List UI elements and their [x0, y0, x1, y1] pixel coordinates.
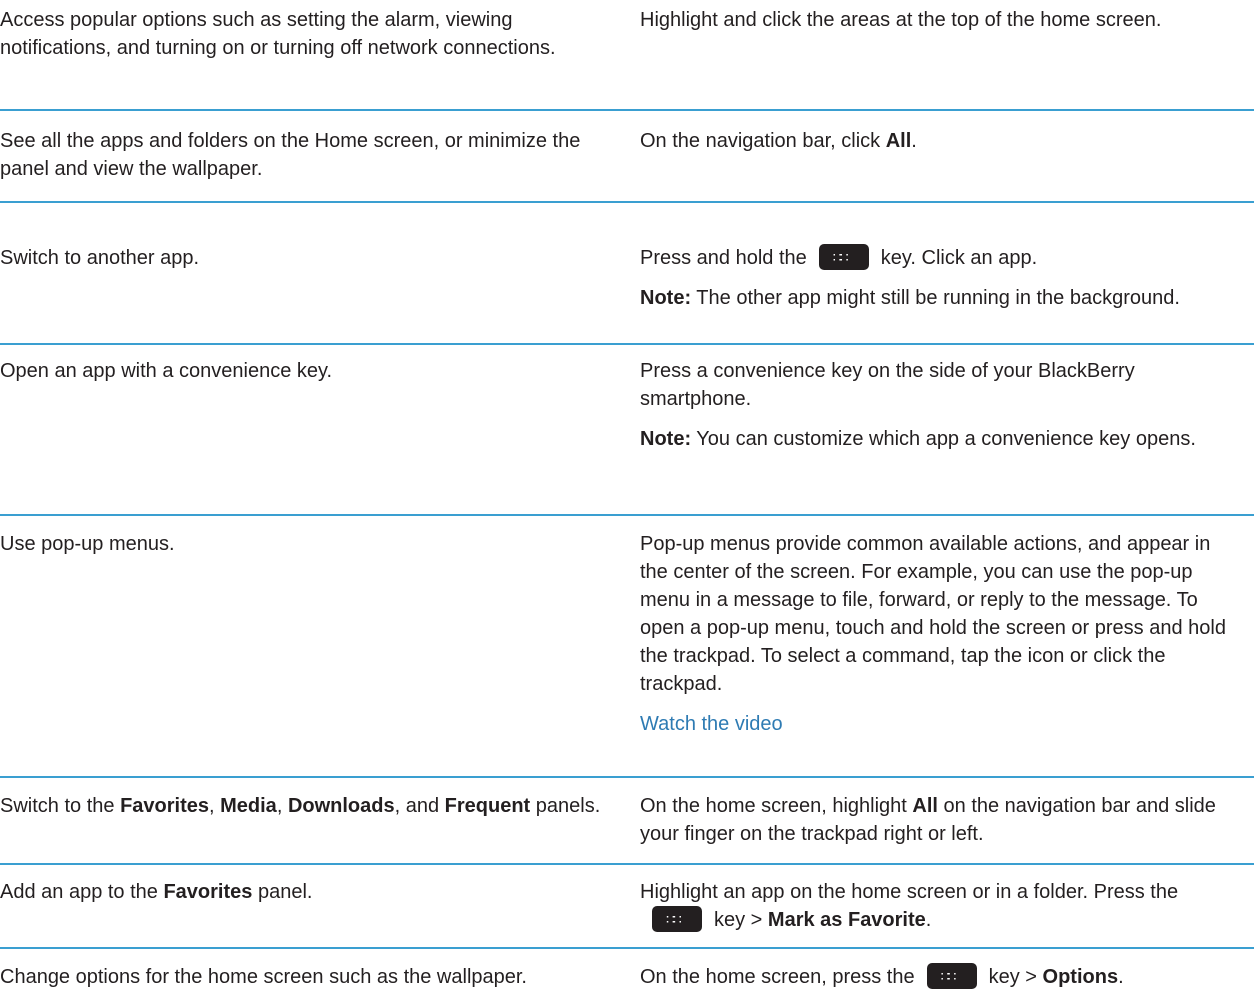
row-divider [0, 776, 1254, 778]
action-cell: Press and hold the key. Click an app. Not… [640, 243, 1240, 312]
task-cell: See all the apps and folders on the Home… [0, 127, 612, 183]
row-divider [0, 863, 1254, 865]
task-text: Add an app to the Favorites panel. [0, 878, 612, 906]
blackberry-key-icon [652, 905, 702, 933]
task-text: Use pop-up menus. [0, 533, 175, 555]
task-text: Switch to another app. [0, 247, 200, 269]
options-label: Options [1042, 966, 1119, 988]
task-text: Open an app with a convenience key. [0, 360, 333, 382]
task-cell: Add an app to the Favorites panel. [0, 878, 612, 906]
task-cell: Access popular options such as setting t… [0, 6, 612, 62]
action-text: Press a convenience key on the side of y… [640, 360, 1135, 410]
task-text-part: , [276, 795, 288, 817]
action-cell: Pop-up menus provide common available ac… [640, 530, 1240, 738]
action-text-part: Press and hold the [640, 247, 807, 269]
task-cell: Switch to the Favorites, Media, Download… [0, 792, 612, 820]
task-text: Change options for the home screen such … [0, 966, 527, 988]
action-cell: On the home screen, press the key > Optio… [640, 962, 1240, 991]
action-text: Pop-up menus provide common available ac… [640, 533, 1226, 695]
action-cell: Highlight and click the areas at the top… [640, 6, 1240, 34]
task-text: Switch to the Favorites, Media, Download… [0, 792, 612, 820]
task-text: Access popular options such as setting t… [0, 9, 556, 59]
action-text-part: On the navigation bar, click [640, 130, 886, 152]
action-cell: On the navigation bar, click All. [640, 127, 1240, 155]
task-cell: Change options for the home screen such … [0, 963, 612, 991]
action-cell: Press a convenience key on the side of y… [640, 357, 1240, 453]
task-text-part: Switch to the [0, 795, 121, 817]
note-text: The other app might still be running in … [691, 287, 1180, 309]
all-label: All [912, 795, 938, 817]
action-text: Highlight an app on the home screen or i… [640, 878, 1240, 934]
action-text-part: On the home screen, highlight [640, 795, 913, 817]
frequent-label: Frequent [444, 795, 531, 817]
blackberry-key-icon [926, 962, 977, 990]
favorites-label: Favorites [163, 881, 253, 903]
task-text-part: , and [394, 795, 445, 817]
all-label: All [885, 130, 912, 152]
row-divider [0, 109, 1254, 111]
action-text-part: . [911, 130, 917, 152]
note-label: Note: [640, 428, 692, 450]
row-divider [0, 343, 1254, 345]
row-divider [0, 947, 1254, 949]
task-text-part: panels. [530, 795, 601, 817]
mark-as-favorite-label: Mark as Favorite [767, 909, 926, 931]
action-text-part: On the home screen, press the [640, 966, 915, 988]
task-text-part: Add an app to the [0, 881, 164, 903]
task-text-part: , [209, 795, 221, 817]
note-label: Note: [640, 287, 692, 309]
action-text-part: key > [988, 966, 1043, 988]
row-divider [0, 201, 1254, 203]
action-text-part: key > [714, 909, 768, 931]
watch-video-link[interactable]: Watch the video [640, 710, 1240, 738]
row-divider [0, 514, 1254, 516]
action-text-part: Highlight an app on the home screen or i… [640, 881, 1179, 903]
task-text-part: panel. [252, 881, 313, 903]
downloads-label: Downloads [287, 795, 395, 817]
action-text: On the navigation bar, click All. [640, 127, 1240, 155]
action-text-part: key. Click an app. [880, 247, 1038, 269]
action-cell: Highlight an app on the home screen or i… [640, 878, 1240, 934]
action-text-part: . [925, 909, 932, 931]
action-cell: On the home screen, highlight All on the… [640, 792, 1240, 848]
task-text: See all the apps and folders on the Home… [0, 130, 581, 180]
action-text: On the home screen, highlight All on the… [640, 792, 1240, 848]
action-text: Highlight and click the areas at the top… [640, 9, 1162, 31]
blackberry-key-icon [818, 243, 869, 271]
action-text-part: . [1118, 966, 1124, 988]
action-text: On the home screen, press the key > Optio… [640, 962, 1240, 991]
note: Note: You can customize which app a conv… [640, 425, 1240, 453]
task-cell: Use pop-up menus. [0, 530, 612, 558]
note-text: You can customize which app a convenienc… [691, 428, 1196, 450]
action-text: Press and hold the key. Click an app. [640, 243, 1240, 272]
task-cell: Switch to another app. [0, 244, 612, 272]
media-label: Media [220, 795, 277, 817]
favorites-label: Favorites [120, 795, 209, 817]
note: Note: The other app might still be runni… [640, 284, 1240, 312]
task-cell: Open an app with a convenience key. [0, 357, 612, 385]
